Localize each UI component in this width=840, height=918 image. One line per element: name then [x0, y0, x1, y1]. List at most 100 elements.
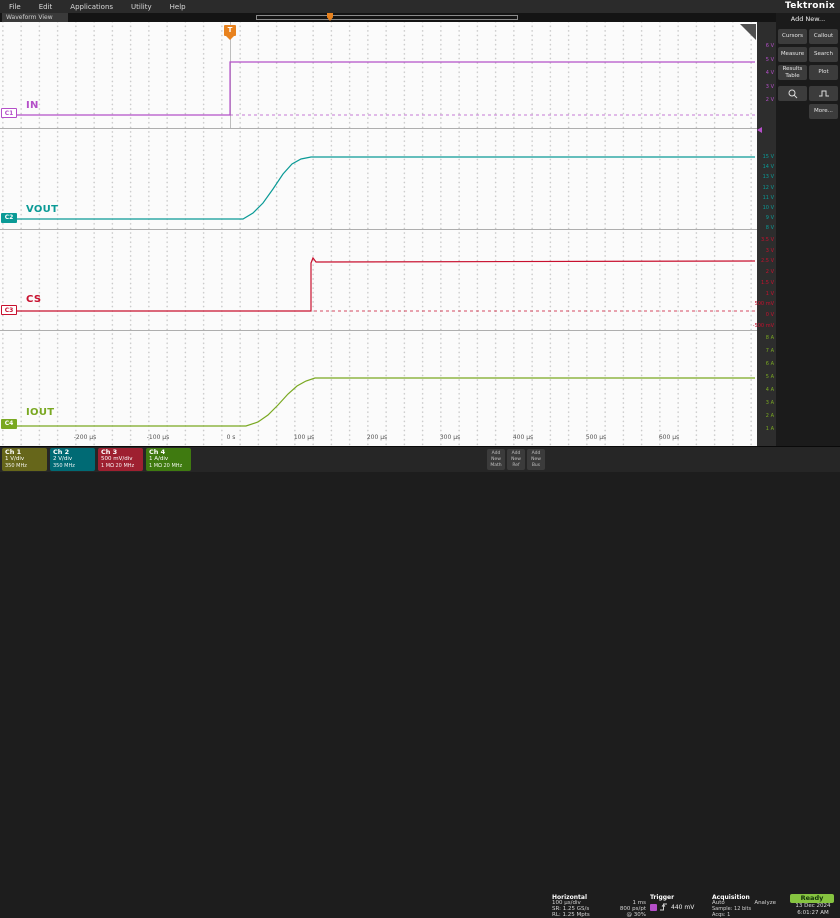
menu-item-edit[interactable]: Edit — [30, 3, 62, 11]
menu-item-applications[interactable]: Applications — [61, 3, 122, 11]
vertical-scale-gutter: 6 V 5 V 4 V 3 V 2 V 15 V 14 V 13 V 12 V 11 V 10 V 9… — [753, 22, 776, 446]
axis-label-c3: -500 mV — [752, 323, 774, 329]
results-table-button[interactable]: Results Table — [778, 65, 807, 80]
waveform-plot[interactable]: T IN C1 VOUT C2 CS C3 IOUT C4 -200 µs -100 µs 0 s 1… — [0, 22, 757, 447]
trace-in — [8, 61, 755, 116]
axis-label-c3: 500 mV — [754, 301, 774, 307]
sidebar: Add New... Cursors Callout Measure Search Re… — [776, 13, 840, 446]
channel-label-vout: VOUT — [26, 204, 59, 215]
axis-label-c2: 10 V — [762, 205, 774, 211]
axis-label-c4: 6 A — [765, 361, 774, 367]
channel-badge-bandwidth: 1 MΩ 20 MHz — [101, 463, 135, 469]
channel-handle-c4[interactable]: C4 — [1, 419, 17, 429]
trace-vout — [8, 156, 755, 220]
channel-badge-title: Ch 1 — [5, 448, 22, 456]
tab-waveform-view[interactable]: Waveform View — [2, 13, 68, 22]
horizontal-values: 100 µs/div 1 ms SR: 1.25 GS/s 800 ps/pt RL: … — [552, 900, 646, 918]
axis-label-c4: 3 A — [765, 400, 774, 406]
channel-badge-title: Ch 2 — [53, 448, 70, 456]
search-button[interactable]: Search — [809, 47, 838, 62]
status-panel: Ready 13 Dec 2024 6:01:27 AM — [790, 894, 836, 917]
add-new-button-line: Bus — [531, 462, 541, 468]
axis-label-c3: 1 V — [765, 291, 774, 297]
channel-badge-ch2[interactable]: Ch 22 V/div 350 MHz — [50, 448, 95, 471]
measure-button[interactable]: Measure — [778, 47, 807, 62]
channel-badge-ch4[interactable]: Ch 41 A/div 1 MΩ 20 MHz — [146, 448, 191, 471]
axis-label-c1: 6 V — [765, 43, 774, 49]
trigger-source-chip — [650, 903, 657, 911]
axis-label-c1: 2 V — [765, 97, 774, 103]
x-axis-label: 500 µs — [585, 434, 607, 441]
axis-label-c1: 3 V — [765, 84, 774, 90]
sidebar-button-grid: Cursors Callout Measure Search Results Table… — [776, 29, 840, 80]
horizontal-panel[interactable]: Horizontal 100 µs/div 1 ms SR: 1.25 GS/s 80… — [552, 894, 646, 918]
menu-item-file[interactable]: File — [0, 3, 30, 11]
axis-label-c4: 2 A — [765, 413, 774, 419]
channel-badge-ch1[interactable]: Ch 11 V/div 350 MHz — [2, 448, 47, 471]
add-new-bus-button[interactable]: Add New Bus — [527, 449, 545, 470]
axis-label-c4: 8 A — [765, 335, 774, 341]
axis-label-c3: 1.5 V — [761, 280, 774, 286]
record-overview-bar[interactable] — [256, 15, 518, 20]
status-date: 13 Dec 2024 — [795, 903, 831, 909]
x-axis-label: 100 µs — [293, 434, 315, 441]
plot-button[interactable]: Plot — [809, 65, 838, 80]
trigger-panel[interactable]: Trigger 440 mV — [650, 894, 706, 911]
trace-cs — [8, 256, 756, 312]
channel-badge-title: Ch 3 — [101, 448, 118, 456]
axis-label-c2: 14 V — [762, 164, 774, 170]
channel-badge-scale: 1 A/div — [149, 456, 169, 462]
axis-label-c3: 0 V — [765, 312, 774, 318]
sidebar-button-grid-2: More... — [776, 86, 840, 119]
channel-badge-bandwidth: 350 MHz — [5, 463, 27, 469]
axis-label-c2: 11 V — [762, 195, 774, 201]
status-time: 6:01:27 AM — [797, 910, 829, 916]
waveform-tools-icon-button[interactable] — [809, 86, 838, 101]
ready-badge: Ready — [790, 894, 834, 903]
channel-handle-c1[interactable]: C1 — [1, 108, 17, 118]
channel-badge-title: Ch 4 — [149, 448, 166, 456]
x-axis-label: 0 s — [226, 434, 236, 441]
callout-button[interactable]: Callout — [809, 29, 838, 44]
channel-badge-scale: 500 mV/div — [101, 456, 133, 462]
axis-label-c1: 5 V — [765, 57, 774, 63]
add-new-button-line: Math — [490, 462, 502, 468]
x-axis-label: 400 µs — [512, 434, 534, 441]
horizontal-row: RL: 1.25 Mpts @ 30% — [552, 911, 646, 918]
cursors-button[interactable]: Cursors — [778, 29, 807, 44]
add-new-math-button[interactable]: Add New Math — [487, 449, 505, 470]
horizontal-value: RL: 1.25 Mpts — [552, 911, 590, 918]
bottom-bar: Ch 11 V/div 350 MHz Ch 22 V/div 350 MHz Ch 3… — [0, 446, 840, 917]
channel-badge-bandwidth: 1 MΩ 20 MHz — [149, 463, 183, 469]
acquisition-title: Acquisition — [712, 894, 750, 901]
axis-label-c1: 4 V — [765, 70, 774, 76]
trigger-level: 440 mV — [671, 903, 695, 911]
menu-item-help[interactable]: Help — [161, 3, 195, 11]
expansion-corner-icon — [740, 24, 756, 40]
channel-badge-bandwidth: 350 MHz — [53, 463, 75, 469]
add-new-ref-button[interactable]: Add New Ref — [507, 449, 525, 470]
channel-badge-scale: 2 V/div — [53, 456, 73, 462]
zoom-icon-button[interactable] — [778, 86, 807, 101]
acquisition-acqs: Acqs: 1 — [712, 911, 731, 918]
menu-item-utility[interactable]: Utility — [122, 3, 161, 11]
x-axis-label: -100 µs — [146, 434, 170, 441]
x-axis-label: 200 µs — [366, 434, 388, 441]
trigger-flag-icon[interactable]: T — [224, 25, 236, 40]
channel-badge-ch3[interactable]: Ch 3 500 mV/div 1 MΩ 20 MHz — [98, 448, 143, 471]
x-axis-label: 600 µs — [658, 434, 680, 441]
axis-label-c2: 15 V — [762, 154, 774, 160]
axis-label-c4: 7 A — [765, 348, 774, 354]
channel-badge-scale: 1 V/div — [5, 456, 25, 462]
channel-label-cs: CS — [26, 294, 42, 305]
axis-label-c2: 8 V — [765, 225, 774, 231]
channel-handle-c2[interactable]: C2 — [1, 213, 17, 223]
channel-handle-c3[interactable]: C3 — [1, 305, 17, 315]
channel-label-in: IN — [26, 100, 39, 111]
magnifier-icon — [788, 89, 797, 98]
waveform-canvas — [8, 61, 756, 427]
axis-label-c2: 12 V — [762, 185, 774, 191]
acquisition-panel[interactable]: Acquisition Auto Analyze Sample: 12 bits… — [712, 894, 776, 918]
trigger-title: Trigger — [650, 894, 675, 901]
more-button[interactable]: More... — [809, 104, 838, 119]
